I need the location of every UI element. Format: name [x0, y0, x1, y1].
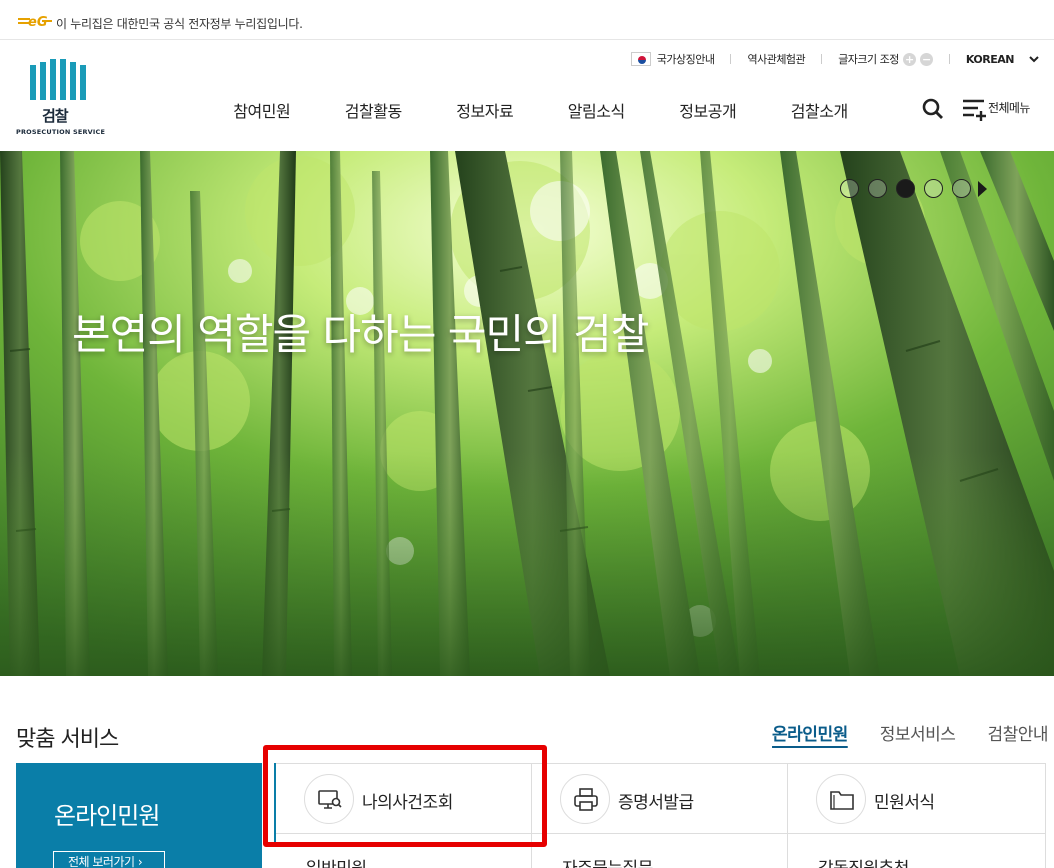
- service-label: 일반민원: [306, 854, 367, 868]
- gov-banner: eG 이 누리집은 대한민국 공식 전자정부 누리집입니다.: [0, 0, 1054, 40]
- logo-text-en: PROSECUTION SERVICE: [16, 128, 106, 136]
- national-symbol-link[interactable]: 국가상징안내: [657, 51, 715, 67]
- slide-indicator-active[interactable]: [896, 179, 915, 198]
- nav-participation[interactable]: 참여민원: [206, 98, 318, 122]
- logo-text-kr: 검찰: [42, 107, 69, 125]
- chevron-down-icon[interactable]: [1028, 53, 1040, 65]
- service-staff-recommend[interactable]: 감동직원추천: [788, 834, 1046, 868]
- font-decrease-button[interactable]: −: [919, 52, 933, 66]
- korea-flag-icon: [630, 52, 651, 66]
- main-navigation: 참여민원 검찰활동 정보자료 알림소식 정보공개 검찰소개: [206, 98, 875, 122]
- menu-plus-icon: [963, 99, 986, 121]
- service-label: 감동직원추천: [818, 854, 909, 868]
- egov-logo-icon: eG: [18, 15, 52, 29]
- service-faq[interactable]: 자주묻는질문: [532, 834, 788, 868]
- slide-indicator[interactable]: [952, 179, 971, 198]
- services-panel: 온라인민원 전체 보러가기 ›: [16, 763, 262, 868]
- nav-news[interactable]: 알림소식: [541, 98, 653, 122]
- monitor-search-icon: [304, 774, 354, 824]
- nav-information[interactable]: 정보자료: [429, 98, 541, 122]
- service-certificate[interactable]: 증명서발급: [532, 764, 788, 834]
- bamboo-forest-image: [0, 151, 1054, 676]
- service-label: 증명서발급: [618, 793, 694, 813]
- site-logo[interactable]: 검찰 PROSECUTION SERVICE: [14, 57, 106, 137]
- font-increase-button[interactable]: +: [902, 52, 916, 66]
- language-select[interactable]: KOREAN: [966, 53, 1015, 66]
- font-size-label: 글자크기 조정: [838, 53, 899, 66]
- hero-headline: 본연의 역할을 다하는 국민의 검찰: [72, 310, 649, 359]
- divider: [730, 54, 732, 64]
- service-my-case[interactable]: 나의사건조회: [276, 764, 532, 834]
- hero-slider: 본연의 역할을 다하는 국민의 검찰: [0, 151, 1054, 676]
- printer-icon: [560, 774, 610, 824]
- view-all-label: 전체 보러가기: [68, 855, 135, 868]
- tab-online-petition[interactable]: 온라인민원: [772, 720, 848, 745]
- all-menu-label: 전체메뉴: [988, 101, 1030, 115]
- folder-icon: [816, 774, 866, 824]
- prosecution-emblem-icon: [30, 59, 86, 100]
- divider: [821, 54, 823, 64]
- tab-prosecution-guide[interactable]: 검찰안내: [987, 720, 1048, 745]
- services-grid: 나의사건조회 증명서발급 민원서식 일반민원 자주묻는질문 감동직원추천: [276, 763, 1046, 868]
- nav-disclosure[interactable]: 정보공개: [652, 98, 764, 122]
- play-icon[interactable]: [978, 180, 987, 197]
- nav-activities[interactable]: 검찰활동: [318, 98, 430, 122]
- gov-banner-text: 이 누리집은 대한민국 공식 전자정부 누리집입니다.: [56, 17, 303, 31]
- service-forms[interactable]: 민원서식: [788, 764, 1046, 834]
- search-icon[interactable]: [921, 97, 945, 121]
- slide-indicator[interactable]: [868, 179, 887, 198]
- nav-about[interactable]: 검찰소개: [764, 98, 876, 122]
- history-hall-link[interactable]: 역사관체험관: [747, 51, 805, 67]
- tab-info-service[interactable]: 정보서비스: [880, 720, 956, 745]
- site-header: 검찰 PROSECUTION SERVICE 국가상징안내 역사관체험관 글자크…: [0, 40, 1054, 151]
- panel-title: 온라인민원: [54, 802, 160, 830]
- services-title: 맞춤 서비스: [16, 727, 119, 752]
- all-menu-button[interactable]: 전체메뉴: [962, 97, 1036, 123]
- services-tabs: 온라인민원 정보서비스 검찰안내: [740, 720, 1048, 745]
- service-label: 자주묻는질문: [562, 854, 653, 868]
- slide-indicator[interactable]: [840, 179, 859, 198]
- slide-indicator[interactable]: [924, 179, 943, 198]
- view-all-button[interactable]: 전체 보러가기 ›: [53, 851, 165, 868]
- slider-controls: [840, 179, 987, 198]
- service-general-petition[interactable]: 일반민원: [276, 834, 532, 868]
- service-label: 민원서식: [874, 793, 935, 813]
- service-label: 나의사건조회: [362, 793, 453, 813]
- divider: [948, 54, 950, 64]
- utility-bar: 국가상징안내 역사관체험관 글자크기 조정 + − KOREAN: [630, 50, 1040, 68]
